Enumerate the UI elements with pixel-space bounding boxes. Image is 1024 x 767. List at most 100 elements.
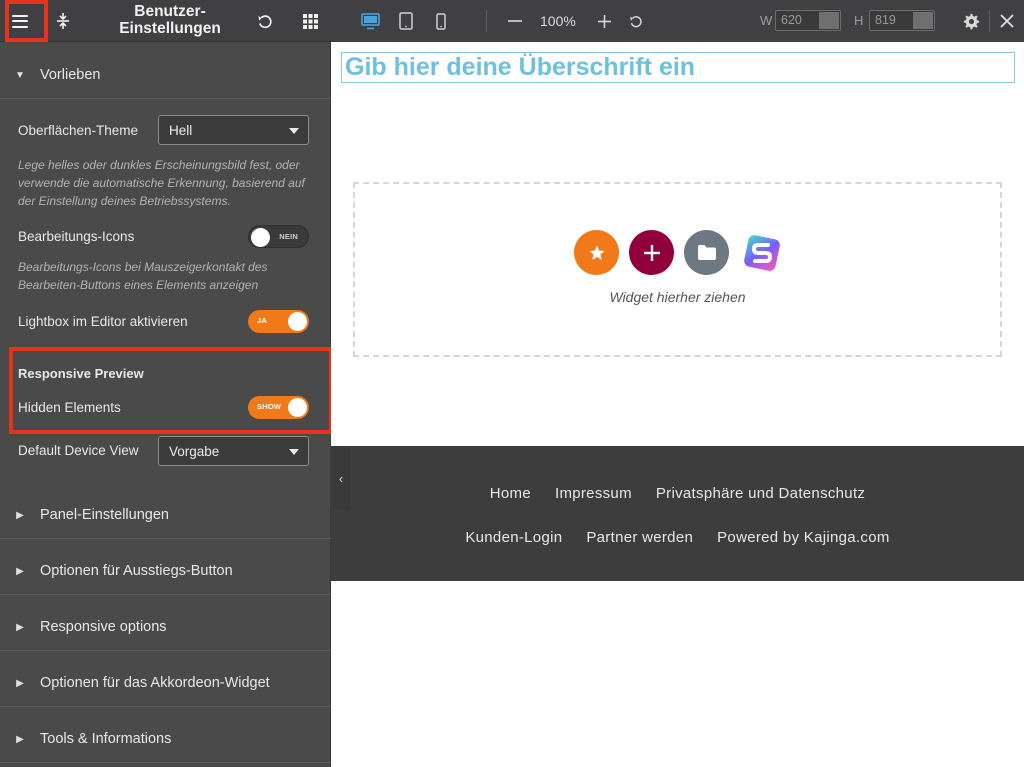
width-label: W [760, 13, 773, 28]
tablet-icon [399, 12, 413, 30]
star-icon [589, 245, 604, 260]
folder-icon [697, 245, 716, 260]
footer-links-row1: Home Impressum Privatsphäre und Datensch… [331, 485, 1024, 502]
footer-link-impressum[interactable]: Impressum [555, 485, 632, 502]
width-input[interactable]: 620 [775, 10, 841, 31]
history-button[interactable] [250, 0, 278, 42]
mobile-view-button[interactable] [431, 0, 451, 42]
caret-down-icon: ▼ [15, 69, 25, 81]
lock-icon [913, 12, 933, 29]
section-panel-settings[interactable]: ▶ Panel-Einstellungen [0, 487, 331, 543]
lock-icon [819, 12, 839, 29]
addon-logo-button[interactable] [739, 230, 784, 275]
ui-theme-value: Hell [169, 122, 193, 138]
menu-button[interactable] [0, 0, 40, 42]
panel-title-line1: Benutzer- [134, 3, 206, 20]
toggle-knob [288, 312, 307, 331]
hidden-elements-toggle[interactable]: SHOW [248, 396, 309, 419]
responsive-toolbar: 100% W 620 H 819 [331, 0, 1024, 42]
section-accordion-options[interactable]: ▶ Optionen für das Akkordeon-Widget [0, 655, 331, 711]
dropdown-arrow-icon [289, 128, 299, 134]
zoom-out-button[interactable] [505, 0, 525, 42]
lightbox-toggle[interactable]: JA [248, 310, 309, 333]
editor-app: Benutzer- Einstellungen ▼ Vorlieben Ober… [0, 0, 1024, 767]
default-device-select[interactable]: Vorgabe [158, 436, 309, 466]
toggle-knob [251, 228, 270, 247]
preview-canvas: Gib hier deine Überschrift ein Widget hi… [331, 42, 1024, 767]
section-preferences[interactable]: ▼ Vorlieben [0, 47, 331, 103]
navigator-button[interactable] [48, 0, 78, 42]
desktop-view-button[interactable] [357, 0, 383, 42]
caret-right-icon: ▶ [16, 621, 24, 633]
responsive-preview-heading: Responsive Preview [18, 366, 144, 381]
height-label: H [854, 13, 864, 28]
section-preferences-label: Vorlieben [40, 67, 101, 83]
hidden-elements-label: Hidden Elements [18, 400, 121, 415]
add-template-button[interactable] [684, 230, 729, 275]
ui-theme-select[interactable]: Hell [158, 115, 309, 145]
caret-right-icon: ▶ [16, 565, 24, 577]
site-footer: Home Impressum Privatsphäre und Datensch… [331, 446, 1024, 581]
plus-icon [643, 244, 660, 261]
panel-header: Benutzer- Einstellungen [0, 0, 331, 42]
default-device-value: Vorgabe [169, 443, 220, 459]
addon-logo-icon [743, 234, 780, 271]
ui-theme-description: Lege helles oder dunkles Erscheinungsbil… [18, 158, 305, 208]
panel-title: Benutzer- Einstellungen [108, 3, 232, 37]
caret-right-icon: ▶ [16, 677, 24, 689]
section-tools-informations[interactable]: ▶ Tools & Informations [0, 711, 331, 767]
edit-icons-toggle-label: NEIN [279, 232, 298, 241]
footer-link-privacy[interactable]: Privatsphäre und Datenschutz [656, 485, 865, 502]
undo-icon [257, 14, 272, 28]
section-label: Optionen für Ausstiegs-Button [40, 563, 233, 579]
caret-right-icon: ▶ [16, 733, 24, 745]
height-value: 819 [875, 13, 896, 27]
minus-icon [508, 20, 522, 22]
gear-icon [963, 13, 979, 29]
height-input[interactable]: 819 [869, 10, 935, 31]
widget-drop-zone[interactable]: Widget hierher ziehen [353, 182, 1002, 357]
reset-icon [629, 15, 642, 27]
settings-panel: Benutzer- Einstellungen ▼ Vorlieben Ober… [0, 0, 333, 767]
caret-right-icon: ▶ [16, 509, 24, 521]
grid-icon [302, 13, 318, 29]
navigator-icon [57, 13, 69, 29]
heading-widget[interactable]: Gib hier deine Überschrift ein [341, 52, 1015, 83]
settings-button[interactable] [960, 0, 982, 42]
section-label: Tools & Informations [40, 731, 172, 747]
hamburger-icon [12, 14, 28, 28]
ui-theme-label: Oberflächen-Theme [18, 123, 139, 138]
footer-link-home[interactable]: Home [490, 485, 531, 502]
toolbar-divider [989, 10, 990, 32]
section-responsive-options[interactable]: ▶ Responsive options [0, 599, 331, 655]
section-exit-button-options[interactable]: ▶ Optionen für Ausstiegs-Button [0, 543, 331, 599]
divider [0, 762, 331, 763]
footer-link-become-partner[interactable]: Partner werden [586, 529, 693, 546]
edit-icons-toggle[interactable]: NEIN [248, 225, 309, 248]
divider [0, 706, 331, 707]
dropdown-arrow-icon [289, 449, 299, 455]
section-label: Optionen für das Akkordeon-Widget [40, 675, 270, 691]
close-preview-button[interactable] [997, 0, 1017, 42]
edit-icons-description: Bearbeitungs-Icons bei Mauszeigerkontakt… [18, 260, 268, 292]
toggle-knob [288, 398, 307, 417]
lightbox-label: Lightbox im Editor aktivieren [18, 314, 188, 329]
templates-button[interactable] [574, 230, 619, 275]
divider [0, 594, 331, 595]
zoom-level: 100% [540, 13, 576, 29]
heading-text: Gib hier deine Überschrift ein [345, 53, 696, 81]
footer-link-powered-by[interactable]: Powered by Kajinga.com [717, 529, 890, 546]
drop-zone-text: Widget hierher ziehen [609, 289, 746, 305]
divider [0, 98, 331, 99]
add-section-button[interactable] [629, 230, 674, 275]
hidden-elements-toggle-label: SHOW [257, 402, 282, 411]
footer-link-customer-login[interactable]: Kunden-Login [465, 529, 562, 546]
zoom-reset-button[interactable] [625, 0, 645, 42]
widgets-button[interactable] [296, 0, 324, 42]
zoom-in-button[interactable] [594, 0, 614, 42]
edit-icons-label: Bearbeitungs-Icons [18, 229, 135, 244]
section-label: Responsive options [40, 619, 167, 635]
collapse-panel-button[interactable]: ‹ [331, 446, 351, 510]
tablet-view-button[interactable] [395, 0, 417, 42]
